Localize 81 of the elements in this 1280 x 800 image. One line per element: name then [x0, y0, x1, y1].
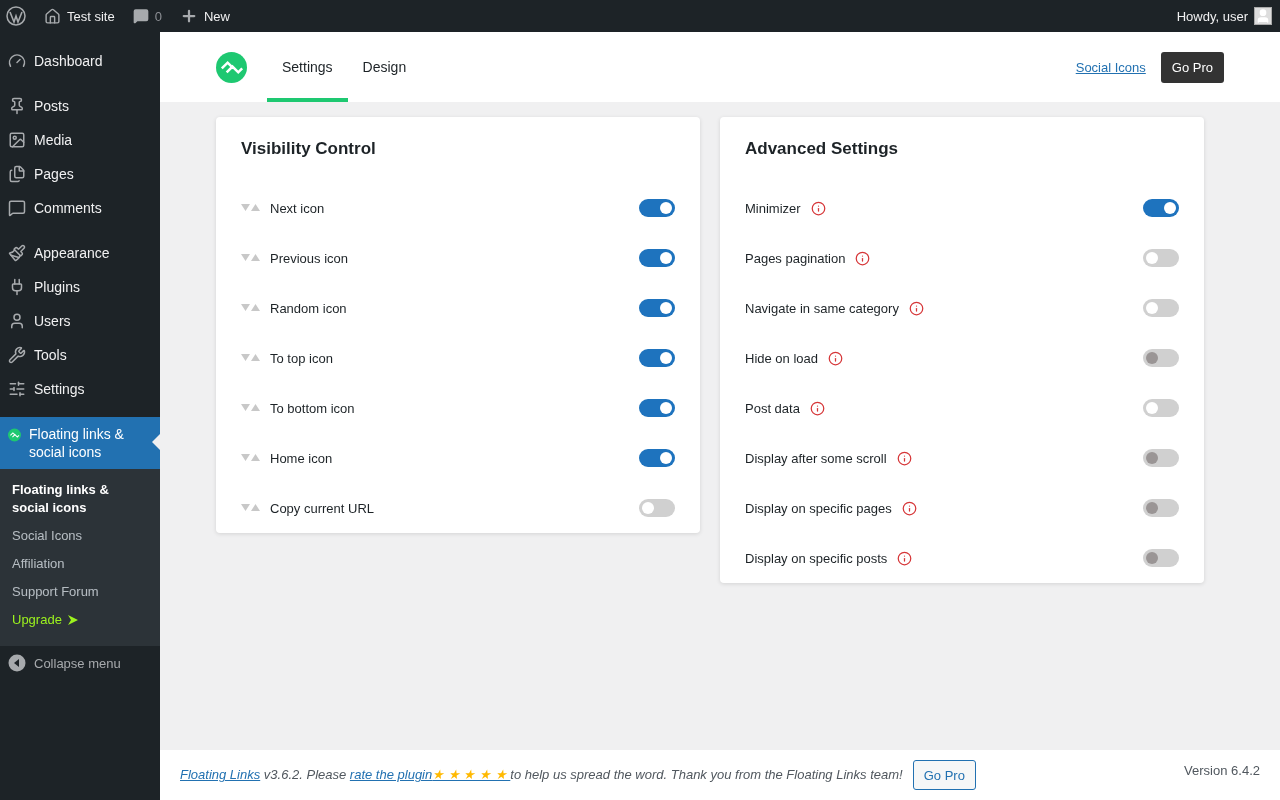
site-link[interactable]: Test site: [44, 7, 115, 25]
submenu-item[interactable]: Support Forum: [0, 578, 160, 606]
menu-item[interactable]: Dashboard: [0, 44, 160, 78]
menu-icon: [8, 131, 26, 149]
info-icon[interactable]: [828, 350, 843, 366]
setting-label: Copy current URL: [270, 500, 375, 516]
rate-link[interactable]: rate the plugin★ ★ ★ ★ ★: [349, 767, 511, 782]
toggle-switch[interactable]: [639, 349, 675, 367]
setting-label: Previous icon: [270, 250, 349, 266]
menu-icon: [8, 244, 26, 262]
menu-icon: [8, 165, 26, 183]
toggle-switch[interactable]: [1143, 399, 1179, 417]
setting-label: Random icon: [270, 300, 347, 316]
setting-label: Home icon: [270, 450, 333, 466]
menu-item[interactable]: Pages: [0, 157, 160, 191]
social-icons-link[interactable]: Social Icons: [1075, 59, 1146, 75]
tab[interactable]: Design: [347, 32, 422, 102]
toggle-switch[interactable]: [639, 249, 675, 267]
menu-item[interactable]: Posts: [0, 89, 160, 123]
toggle-switch[interactable]: [639, 449, 675, 467]
submenu-item[interactable]: Affiliation: [0, 550, 160, 578]
setting-label: To top icon: [270, 350, 333, 366]
info-icon[interactable]: [901, 500, 917, 516]
submenu-item[interactable]: Upgrade: [0, 606, 160, 634]
menu-icon: [8, 97, 26, 115]
plugin-link[interactable]: Floating Links: [180, 767, 261, 782]
new-link[interactable]: New: [179, 7, 230, 25]
info-icon[interactable]: [810, 200, 826, 216]
menu-icon: [8, 312, 26, 330]
arrow-icon: [67, 615, 78, 625]
go-pro-button[interactable]: Go Pro: [1160, 51, 1224, 83]
toggle-switch[interactable]: [1143, 299, 1179, 317]
setting-label: Display on specific posts: [745, 550, 888, 566]
card-title: Visibility Control: [241, 139, 377, 159]
collapse-icon: [8, 654, 26, 672]
tab[interactable]: Settings: [267, 32, 348, 102]
setting-label: Navigate in same category: [745, 300, 899, 316]
setting-label: Minimizer: [745, 200, 801, 216]
card-title: Advanced Settings: [745, 139, 900, 159]
menu-icon: [8, 199, 26, 217]
menu-item[interactable]: Media: [0, 123, 160, 157]
account-link[interactable]: Howdy, user: [1176, 8, 1248, 24]
version-text: Version 6.4.2: [1184, 763, 1260, 778]
setting-label: Post data: [745, 400, 800, 416]
wordpress-logo-icon[interactable]: [6, 6, 26, 26]
toggle-switch[interactable]: [1143, 199, 1179, 217]
menu-item[interactable]: Floating links & social icons: [0, 417, 160, 469]
comment-icon: [132, 8, 149, 24]
menu-icon: [8, 346, 26, 364]
menu-item[interactable]: Settings: [0, 372, 160, 406]
menu-item[interactable]: Users: [0, 304, 160, 338]
menu-icon: [8, 52, 26, 70]
info-icon[interactable]: [897, 550, 913, 566]
toggle-switch[interactable]: [639, 199, 675, 217]
home-icon: [44, 7, 61, 25]
setting-label: Next icon: [270, 200, 325, 216]
info-icon[interactable]: [896, 450, 912, 466]
setting-label: To bottom icon: [270, 400, 355, 416]
info-icon[interactable]: [809, 400, 825, 416]
setting-label: Display on specific pages: [745, 500, 892, 516]
comments-link[interactable]: 0: [132, 8, 162, 24]
submenu-item[interactable]: Social Icons: [0, 522, 160, 550]
menu-item[interactable]: Comments: [0, 191, 160, 225]
setting-label: Pages pagination: [745, 250, 846, 266]
info-icon[interactable]: [855, 250, 871, 266]
info-icon[interactable]: [908, 300, 924, 316]
go-pro-button[interactable]: Go Pro: [912, 760, 976, 790]
menu-item[interactable]: Tools: [0, 338, 160, 372]
setting-label: Hide on load: [745, 350, 818, 366]
menu-item[interactable]: Plugins: [0, 270, 160, 304]
menu-icon: [8, 380, 26, 398]
toggle-switch[interactable]: [639, 399, 675, 417]
collapse-menu-button[interactable]: Collapse menu: [0, 646, 160, 680]
menu-item[interactable]: Appearance: [0, 236, 160, 270]
toggle-switch[interactable]: [639, 299, 675, 317]
footer-text: Floating Links v3.6.2. Please rate the plugin★ ★ ★ ★ ★ to help us spread the word. Thank you from the Floating Links team!: [180, 766, 903, 784]
logo-icon: [216, 51, 247, 83]
toggle-switch[interactable]: [1143, 249, 1179, 267]
submenu-item[interactable]: Floating links & social icons: [0, 476, 160, 522]
toggle-switch[interactable]: [639, 499, 675, 517]
setting-label: Display after some scroll: [745, 450, 887, 466]
